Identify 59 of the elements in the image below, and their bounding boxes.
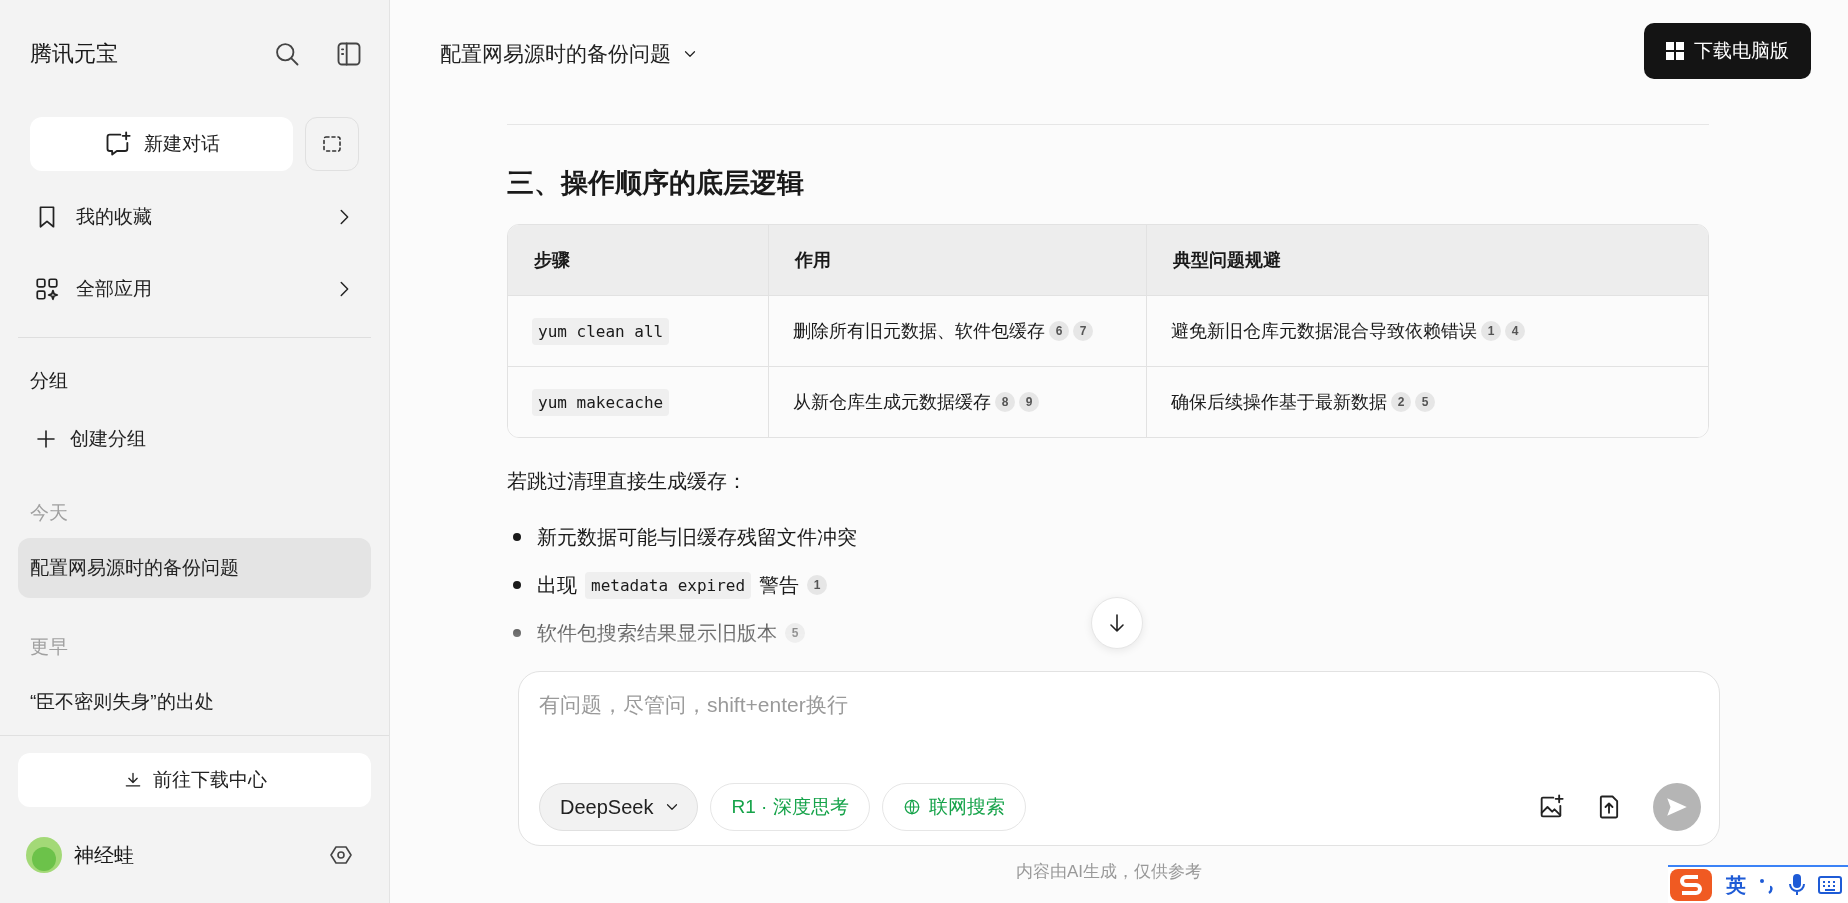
section-heading: 分组 xyxy=(29,369,69,393)
plus-icon xyxy=(34,427,58,451)
table-cell-text: 从新仓库生成元数据缓存 xyxy=(793,391,991,414)
inline-code: metadata expired xyxy=(585,571,752,599)
column-header: 步骤 xyxy=(534,250,570,270)
bullet-icon xyxy=(513,533,521,541)
sidebar-item[interactable]: 全部应用 xyxy=(18,253,371,325)
citation-badge[interactable]: 6 xyxy=(1049,321,1069,341)
section-heading: 更早 xyxy=(29,635,69,659)
model-selector[interactable]: DeepSeek xyxy=(539,783,699,831)
list-item-text: 新元数据可能与旧缓存残留文件冲突 xyxy=(537,524,857,550)
message-input[interactable]: 有问题，尽管问，shift+enter换行 xyxy=(539,690,1139,720)
citation-badge[interactable]: 8 xyxy=(995,392,1015,412)
screenshot-button[interactable] xyxy=(305,117,359,171)
download-center-button[interactable]: 前往下载中心 xyxy=(18,753,371,807)
disclaimer: 内容由AI生成，仅供参考 xyxy=(1015,861,1203,883)
scroll-down-button[interactable] xyxy=(1091,597,1143,649)
list-item-text: 警告 xyxy=(759,572,800,598)
paragraph: 若跳过清理直接生成缓存： xyxy=(507,469,748,494)
bullet-icon xyxy=(513,629,521,637)
sidebar-item[interactable]: 我的收藏 xyxy=(18,181,371,253)
apps-icon xyxy=(34,276,60,302)
settings-icon xyxy=(329,843,353,867)
citation-badge[interactable]: 1 xyxy=(807,575,828,595)
search-icon xyxy=(273,40,301,68)
inline-code: yum makecache xyxy=(532,388,670,416)
mode-toggle[interactable]: R1 · 深度思考 xyxy=(710,783,870,831)
table-cell-text: 避免新旧仓库元数据混合导致依赖错误 xyxy=(1171,320,1477,343)
section-heading: 三、操作顺序的底层逻辑 xyxy=(507,167,805,200)
download-desktop-button[interactable]: 下载电脑版 xyxy=(1644,23,1811,79)
citation-badge[interactable]: 2 xyxy=(1391,392,1411,412)
section-heading: 今天 xyxy=(29,501,69,525)
inline-code: yum clean all xyxy=(532,317,670,345)
create-group-button[interactable]: 创建分组 xyxy=(18,414,371,464)
table-cell-text: 删除所有旧元数据、软件包缓存 xyxy=(793,320,1045,343)
conversation-title[interactable]: 配置网易源时的备份问题 xyxy=(440,40,699,68)
bullet-icon xyxy=(513,581,521,589)
citation-badge[interactable]: 1 xyxy=(1481,321,1501,341)
panel-icon xyxy=(335,40,363,68)
mode-toggle[interactable]: 联网搜索 xyxy=(881,783,1026,831)
user-name: 神经蛙 xyxy=(74,842,135,868)
microphone-icon[interactable] xyxy=(1788,873,1806,897)
globe-icon xyxy=(902,798,921,816)
chat-history-item[interactable]: 配置网易源时的备份问题 xyxy=(18,538,371,598)
table-cell-text: 确保后续操作基于最新数据 xyxy=(1171,391,1387,414)
chat-history-item[interactable]: “臣不密则失身”的出处 xyxy=(18,672,371,732)
citation-badge[interactable]: 9 xyxy=(1019,392,1039,412)
app-title: 腾讯元宝 xyxy=(30,40,119,68)
column-header: 作用 xyxy=(795,250,831,270)
column-header: 典型问题规避 xyxy=(1173,250,1281,270)
keyboard-icon[interactable] xyxy=(1818,875,1842,895)
list-item-text: 软件包搜索结果显示旧版本 xyxy=(537,620,777,646)
citation-badge[interactable]: 4 xyxy=(1505,321,1525,341)
citation-badge[interactable]: 5 xyxy=(1415,392,1435,412)
ime-mode[interactable]: 英 xyxy=(1726,871,1746,899)
list-item-text: 出现 xyxy=(537,572,577,598)
windows-icon xyxy=(1666,42,1684,60)
new-chat-button[interactable]: 新建对话 xyxy=(30,117,293,171)
citation-badge[interactable]: 7 xyxy=(1073,321,1093,341)
